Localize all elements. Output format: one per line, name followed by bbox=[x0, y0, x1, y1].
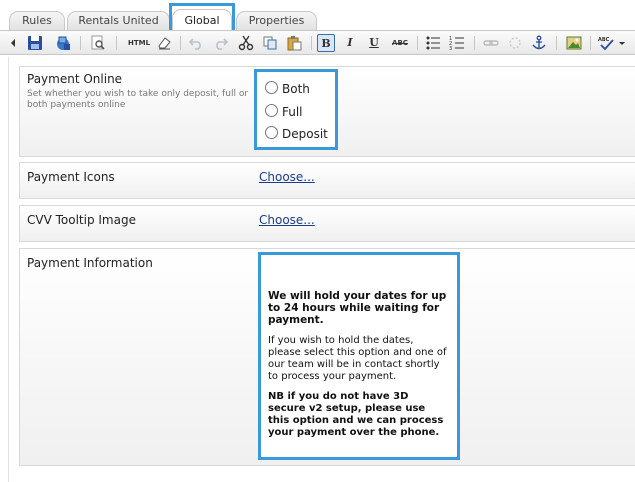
cvv-tooltip-row: CVV Tooltip Image Choose... bbox=[19, 205, 635, 242]
separator bbox=[590, 36, 591, 50]
underline-button[interactable]: U bbox=[365, 34, 383, 52]
content-left-border bbox=[8, 57, 9, 482]
separator bbox=[311, 36, 312, 50]
radio-button[interactable] bbox=[265, 126, 278, 139]
payment-icons-choose-link[interactable]: Choose... bbox=[259, 170, 315, 184]
separator bbox=[180, 36, 181, 50]
separator bbox=[417, 36, 418, 50]
separator bbox=[80, 36, 81, 50]
radio-label: Full bbox=[282, 105, 303, 119]
tab-rentals-united[interactable]: Rentals United bbox=[67, 11, 170, 30]
save-icon[interactable] bbox=[26, 34, 44, 52]
cut-icon[interactable] bbox=[237, 34, 255, 52]
payment-online-label: Payment Online bbox=[27, 72, 123, 86]
radio-option-full[interactable]: Full bbox=[265, 104, 303, 119]
radio-button[interactable] bbox=[265, 104, 278, 117]
editor-toolbar: HTML B I U ABC 123 ABC bbox=[0, 30, 635, 55]
editor-paragraph-1: We will hold your dates for up to 24 hou… bbox=[268, 290, 447, 326]
radio-option-both[interactable]: Both bbox=[265, 81, 310, 96]
redo-icon[interactable] bbox=[212, 34, 230, 52]
anchor-icon[interactable] bbox=[530, 34, 548, 52]
separator bbox=[556, 36, 557, 50]
unlink-icon[interactable] bbox=[506, 34, 524, 52]
radio-button[interactable] bbox=[265, 81, 278, 94]
editor-paragraph-2: If you wish to hold the dates, please se… bbox=[268, 335, 447, 382]
payment-information-editor[interactable]: We will hold your dates for up to 24 hou… bbox=[258, 252, 460, 460]
radio-label: Deposit bbox=[282, 127, 328, 141]
bold-button[interactable]: B bbox=[317, 34, 335, 52]
editor-paragraph-3: NB if you do not have 3D secure v2 setup… bbox=[268, 391, 444, 438]
paste-icon[interactable] bbox=[285, 34, 303, 52]
link-icon[interactable] bbox=[482, 34, 500, 52]
svg-text:3: 3 bbox=[449, 46, 452, 51]
copy-icon[interactable] bbox=[261, 34, 279, 52]
payment-icons-row: Payment Icons Choose... bbox=[19, 162, 635, 199]
tab-properties[interactable]: Properties bbox=[236, 11, 317, 30]
tab-highlight bbox=[169, 3, 235, 33]
eraser-icon[interactable] bbox=[155, 34, 173, 52]
cvv-tooltip-choose-link[interactable]: Choose... bbox=[259, 213, 315, 227]
italic-button[interactable]: I bbox=[341, 34, 359, 52]
separator bbox=[474, 36, 475, 50]
preview-icon[interactable] bbox=[89, 34, 107, 52]
payment-icons-label: Payment Icons bbox=[27, 170, 115, 184]
radio-label: Both bbox=[282, 82, 310, 96]
strikethrough-button[interactable]: ABC bbox=[389, 34, 411, 52]
undo-icon[interactable] bbox=[187, 34, 205, 52]
payment-online-options: Both Full Deposit bbox=[254, 69, 338, 150]
html-source-button[interactable]: HTML bbox=[126, 34, 152, 52]
payment-information-label: Payment Information bbox=[27, 256, 153, 270]
numbered-list-icon[interactable]: 123 bbox=[448, 34, 466, 52]
cvv-tooltip-label: CVV Tooltip Image bbox=[27, 213, 136, 227]
separator bbox=[116, 36, 117, 50]
image-icon[interactable] bbox=[565, 34, 583, 52]
svg-text:ABC: ABC bbox=[598, 37, 610, 43]
tab-bar: Rules Rentals United Global Properties bbox=[0, 0, 635, 33]
save-copy-icon[interactable] bbox=[54, 34, 72, 52]
payment-online-description: Set whether you wish to take only deposi… bbox=[27, 89, 249, 110]
spellcheck-dropdown-icon[interactable] bbox=[617, 34, 626, 52]
tab-rules[interactable]: Rules bbox=[9, 11, 65, 30]
radio-option-deposit[interactable]: Deposit bbox=[265, 126, 328, 141]
bullet-list-icon[interactable] bbox=[424, 34, 442, 52]
spellcheck-icon[interactable]: ABC bbox=[597, 34, 617, 52]
toolbar-collapse-icon[interactable] bbox=[8, 34, 18, 52]
